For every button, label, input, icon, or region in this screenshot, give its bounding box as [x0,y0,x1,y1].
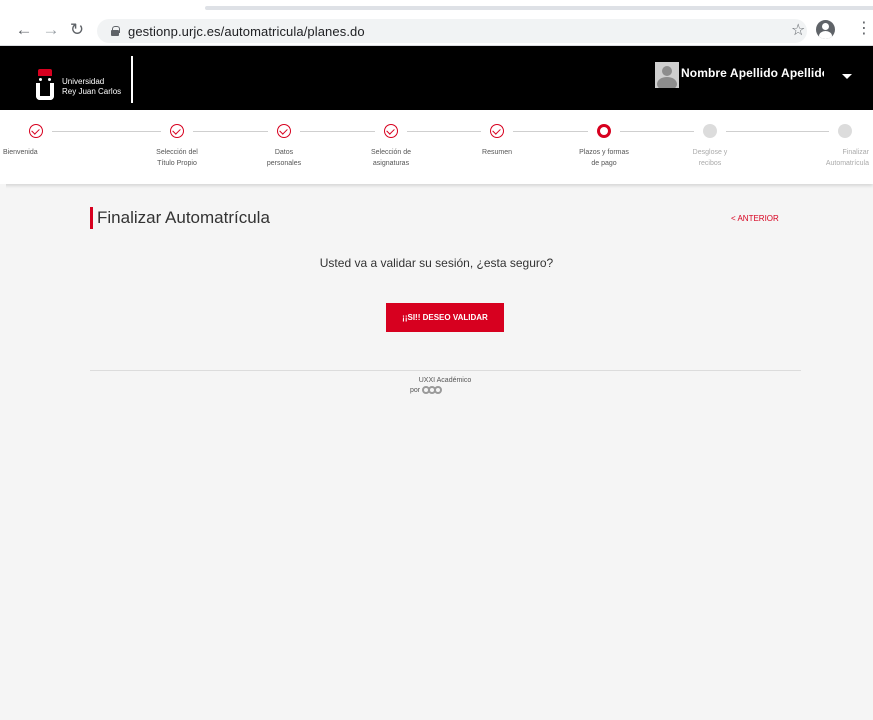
step-4-check-icon[interactable] [384,124,398,138]
step-8-label-line-1: Finalizar [842,149,869,156]
step-2-label-line-1: Selección del [156,149,198,156]
stepper-connector [513,131,588,132]
step-2-label-line-2: Título Propio [157,160,197,167]
stepper-connector [300,131,375,132]
footer-divider [90,370,801,371]
step-3-check-icon[interactable] [277,124,291,138]
user-avatar[interactable] [655,62,679,88]
reload-icon[interactable]: ↻ [66,19,88,41]
step-5-label: Resumen [457,147,537,158]
step-4-label-line-2: asignaturas [372,160,410,167]
stepper-connector [52,131,161,132]
lock-icon [111,26,120,36]
kebab-menu-icon[interactable]: ⋮ [856,19,872,39]
stepper-connector [726,131,829,132]
step-4-label: Selección de asignaturas [351,147,431,169]
step-6-circle-icon[interactable] [597,124,611,138]
logo-line-2: Rey Juan Carlos [62,87,122,96]
footer-por-text: por [410,386,421,394]
stepper-connector [407,131,481,132]
step-8-circle-icon [838,124,852,138]
step-7-label-line-2: recibos [698,160,722,167]
footer-product: UXXI Académico [418,377,472,384]
step-6-label-line-1: Plazos y formas [579,149,629,156]
tab-strip [205,6,873,10]
step-3-label: Datos personales [244,147,324,169]
address-bar[interactable]: gestionp.urjc.es/automatricula/planes.do [97,19,807,43]
step-7-label-line-1: Desglose y [692,149,728,156]
confirmation-question: Usted va a validar su sesión, ¿esta segu… [319,256,554,270]
forward-arrow-icon[interactable]: → [40,19,62,41]
bookmark-star-icon[interactable]: ☆ [791,20,805,40]
step-6-label: Plazos y formas de pago [564,147,644,169]
logo-separator [131,56,133,103]
page-title: Finalizar Automatrícula [97,208,270,227]
footer-por: por [410,386,443,394]
previous-link[interactable]: < ANTERIOR [731,214,779,223]
step-1-check-icon[interactable] [29,124,43,138]
step-5-label-line-1: Resumen [482,149,512,156]
logo-text: Universidad Rey Juan Carlos [62,77,121,97]
step-6-label-line-2: de pago [591,160,617,167]
step-3-label-line-1: Datos [274,149,294,156]
address-url: gestionp.urjc.es/automatricula/planes.do [128,23,365,39]
back-arrow-icon[interactable]: ← [13,19,35,41]
title-accent-bar [90,207,93,229]
step-5-check-icon[interactable] [490,124,504,138]
step-4-label-line-1: Selección de [370,149,412,156]
step-1-label: Bienvenida [3,147,83,158]
step-2-check-icon[interactable] [170,124,184,138]
user-name[interactable]: Nombre Apellido Apellido [681,66,824,80]
browser-toolbar: ← → ↻ gestionp.urjc.es/automatricula/pla… [0,0,873,46]
step-7-circle-icon [703,124,717,138]
logo-line-1: Universidad [62,77,105,86]
profile-icon[interactable] [816,20,835,39]
stepper-connector [193,131,268,132]
caret-down-icon[interactable] [842,74,852,79]
stepper-connector [620,131,694,132]
step-7-label: Desglose y recibos [670,147,750,169]
step-1-label-line-1: Bienvenida [3,149,38,156]
step-8-label: Finalizar Automatrícula [789,147,869,169]
oc-logo-icon[interactable] [422,386,443,394]
urjc-logo-icon[interactable] [36,69,54,101]
step-3-label-line-2: personales [266,160,302,167]
step-8-label-line-2: Automatrícula [825,160,869,167]
confirm-validate-button[interactable]: ¡¡SI!! DESEO VALIDAR [386,303,504,332]
step-2-label: Selección del Título Propio [137,147,217,169]
